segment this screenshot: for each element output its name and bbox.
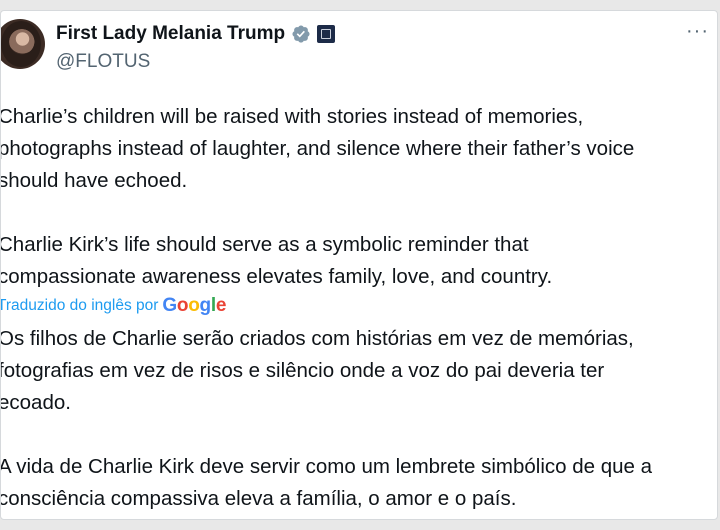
translated-post-text: Os filhos de Charlie serão criados com h… xyxy=(0,327,653,510)
google-logo-letter: G xyxy=(162,295,177,316)
author-display-name[interactable]: First Lady Melania Trump xyxy=(56,23,285,45)
more-options-icon[interactable]: ··· xyxy=(686,21,709,41)
translation-attribution[interactable]: Traduzido do inglês por Google xyxy=(0,294,226,318)
google-logo-letter: g xyxy=(199,295,212,316)
author-row: First Lady Melania Trump xyxy=(56,22,336,46)
google-logo: Google xyxy=(162,295,226,317)
post-card[interactable]: First Lady Melania Trump @FLOTUS ··· Cha… xyxy=(0,10,718,520)
post-text: Charlie’s children will be raised with s… xyxy=(0,105,635,288)
avatar-photo xyxy=(1,21,41,67)
google-logo-letter: e xyxy=(215,295,227,316)
author-handle[interactable]: @FLOTUS xyxy=(56,51,150,73)
government-affiliation-icon[interactable] xyxy=(317,25,336,43)
verified-badge-icon[interactable] xyxy=(291,24,311,44)
google-logo-letter: o xyxy=(176,295,189,316)
avatar[interactable] xyxy=(1,19,45,69)
translated-by-label: Traduzido do inglês por xyxy=(0,297,159,314)
google-logo-letter: o xyxy=(188,295,200,316)
